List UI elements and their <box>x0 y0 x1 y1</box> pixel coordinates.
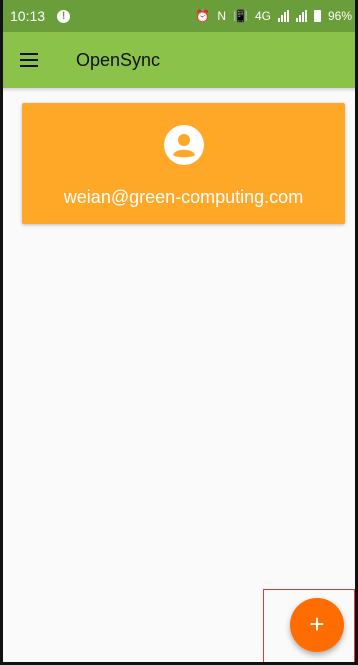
device-frame <box>0 0 358 665</box>
status-icons: ⏰ N 📳 4G 96% <box>195 9 352 23</box>
battery-percent: 96% <box>327 9 352 23</box>
app-title: OpenSync <box>76 49 161 70</box>
signal-icon <box>277 10 289 22</box>
account-circle-icon <box>164 125 204 165</box>
hamburger-menu-icon[interactable] <box>20 46 48 74</box>
status-bar: 10:13 ! ⏰ N 📳 4G 96% <box>0 0 358 32</box>
battery-icon <box>313 10 321 22</box>
add-account-button[interactable]: + <box>290 598 344 652</box>
alert-icon: ! <box>57 9 71 23</box>
signal-icon-2 <box>295 10 307 22</box>
app-bar: OpenSync <box>0 32 358 88</box>
account-card[interactable]: weian@green-computing.com <box>22 103 345 224</box>
account-email: weian@green-computing.com <box>63 187 304 207</box>
nfc-icon: N <box>217 9 226 23</box>
vibrate-icon: 📳 <box>233 9 248 23</box>
status-time: 10:13 <box>10 8 46 24</box>
alarm-icon: ⏰ <box>195 9 211 23</box>
network-type-label: 4G <box>254 9 271 23</box>
add-icon: + <box>309 609 325 639</box>
